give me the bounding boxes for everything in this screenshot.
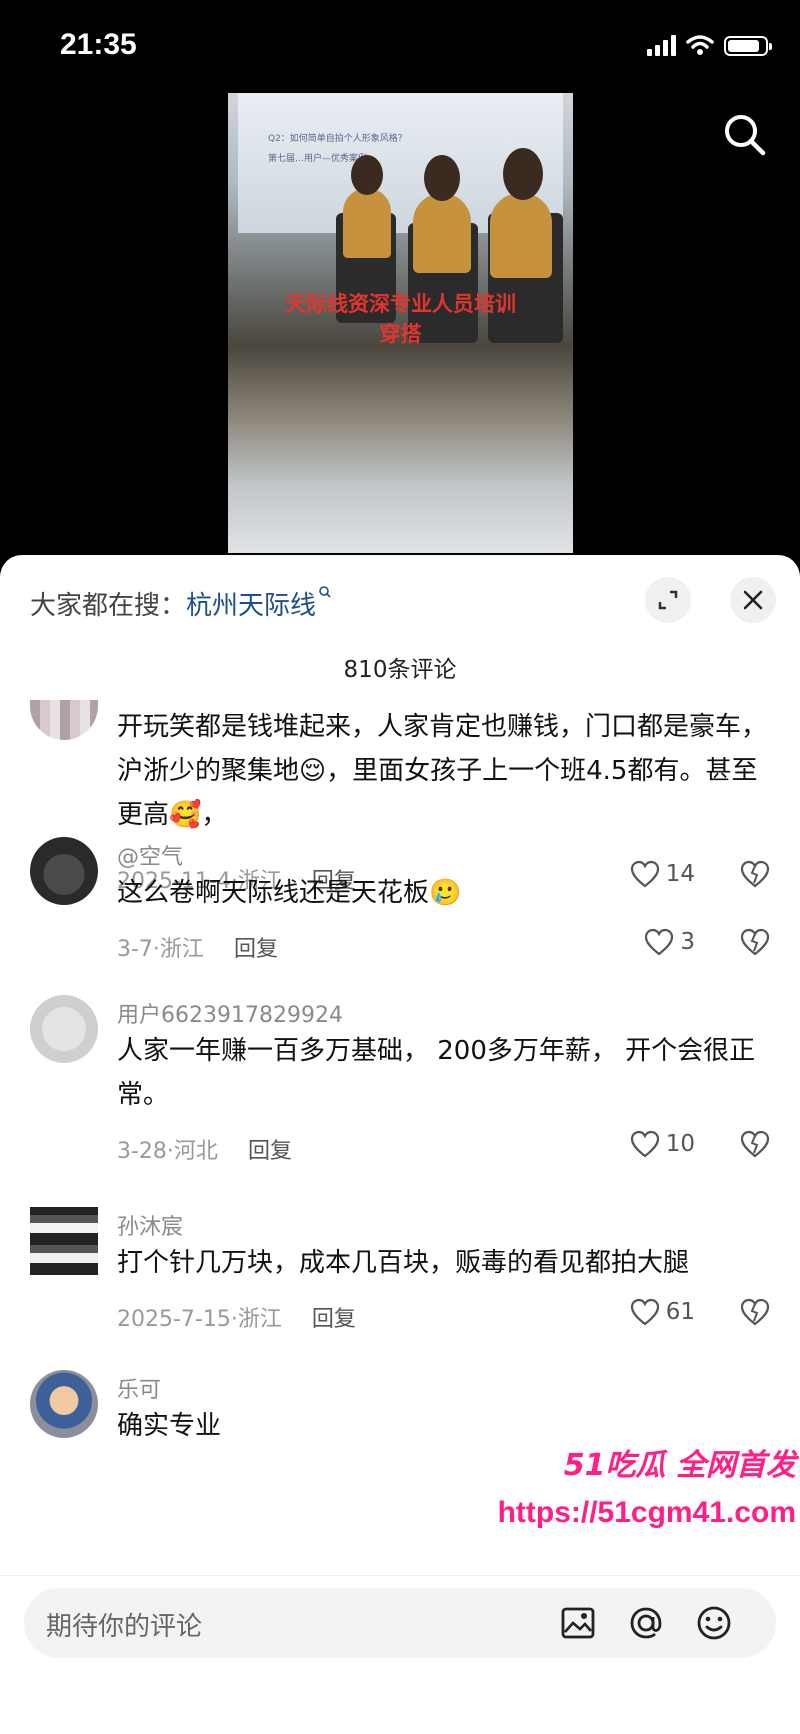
search-icon <box>725 115 766 156</box>
heart-icon <box>630 1130 659 1158</box>
watermark-url: https://51cgm41.com <box>497 1496 796 1529</box>
comment-input-bar: 期待你的评论 <box>0 1575 800 1734</box>
comment-username[interactable]: @空气 <box>117 839 183 871</box>
avatar[interactable] <box>30 837 98 905</box>
reply-button[interactable]: 回复 <box>312 1307 356 1332</box>
trending-search-prefix: 大家都在搜： <box>30 591 187 621</box>
dislike-icon <box>740 1130 770 1158</box>
video-screen-line: Q2：如何简单自拍个人形象风格？ <box>268 134 407 144</box>
comment-text: 人家一年赚一百多万基础， 200多万年薪， 开个会很正常。 <box>117 1036 756 1110</box>
comment-text: 这么卷啊天际线还是天花板🥲 <box>117 878 462 908</box>
close-button[interactable] <box>730 577 776 623</box>
at-icon <box>630 1607 662 1639</box>
comment-username[interactable]: 乐可 <box>117 1372 161 1404</box>
expand-icon <box>658 590 678 610</box>
reply-button[interactable]: 回复 <box>234 937 278 962</box>
mention-button[interactable] <box>624 1601 668 1645</box>
avatar[interactable] <box>30 1370 98 1438</box>
video-screen-line: 第七届…用户—优秀案例 <box>268 154 368 164</box>
watermark: 51吃瓜 全网首发 https://51cgm41.com <box>498 1440 800 1540</box>
close-icon <box>743 590 763 610</box>
image-button[interactable] <box>556 1601 600 1645</box>
avatar[interactable] <box>30 995 98 1063</box>
battery-icon <box>724 36 772 56</box>
comment-input[interactable]: 期待你的评论 <box>24 1588 776 1658</box>
comment-text: 开玩笑都是钱堆起来，人家肯定也赚钱，门口都是豪车，沪浙少的聚集地😌，里面女孩子上… <box>117 712 768 830</box>
video-overlay-caption-sub: 穿搭 <box>379 322 422 346</box>
video-player[interactable]: Q2：如何简单自拍个人形象风格？ 第七届…用户—优秀案例 天际线资深专业人员培训… <box>228 93 573 553</box>
watermark-line1: 51吃瓜 全网首发 <box>563 1448 796 1483</box>
dislike-icon <box>740 928 770 956</box>
trending-search-keyword[interactable]: 杭州天际线 <box>186 591 316 621</box>
comment-input-placeholder: 期待你的评论 <box>46 1612 203 1642</box>
emoji-icon <box>697 1606 731 1640</box>
status-time: 21:35 <box>60 28 137 61</box>
comments-count: 810条评论 <box>343 657 457 683</box>
signal-icon <box>647 34 676 56</box>
expand-button[interactable] <box>645 577 691 623</box>
avatar[interactable] <box>30 1207 98 1275</box>
comment-meta: 2025-7-15·浙江 回复 <box>117 1301 356 1333</box>
like-count: 3 <box>680 929 695 955</box>
emoji-button[interactable] <box>692 1601 736 1645</box>
comment-meta: 3-7·浙江 回复 <box>117 931 278 963</box>
dislike-icon <box>740 1298 770 1326</box>
like-count: 61 <box>665 1299 695 1325</box>
like-button[interactable]: 10 <box>630 1130 695 1158</box>
dislike-button[interactable] <box>740 1298 770 1330</box>
reply-button[interactable]: 回复 <box>248 1139 292 1164</box>
avatar[interactable] <box>30 700 98 740</box>
dislike-button[interactable] <box>740 928 770 960</box>
image-icon <box>561 1607 595 1639</box>
comment-meta: 3-28·河北 回复 <box>117 1133 292 1165</box>
comment-date-location: 2025-7-15·浙江 <box>117 1307 282 1332</box>
search-button[interactable] <box>720 110 770 160</box>
search-icon <box>319 586 331 598</box>
heart-icon <box>630 1298 659 1326</box>
comment-username[interactable]: 孙沐宸 <box>117 1209 183 1241</box>
wifi-icon <box>686 35 714 55</box>
status-bar: 21:35 <box>0 0 800 100</box>
comment-text: 打个针几万块，成本几百块，贩毒的看见都拍大腿 <box>117 1248 690 1278</box>
status-icons <box>647 34 772 56</box>
trending-search[interactable]: 大家都在搜：杭州天际线 <box>30 585 332 622</box>
like-count: 10 <box>665 1131 695 1157</box>
comments-sheet: 大家都在搜：杭州天际线 810条评论 开玩笑都是钱堆起来，人家肯定也赚钱，门口都… <box>0 555 800 1733</box>
comment-username[interactable]: 用户6623917829924 <box>117 997 343 1029</box>
comment-date-location: 3-7·浙江 <box>117 937 204 962</box>
dislike-button[interactable] <box>740 1130 770 1162</box>
heart-icon <box>645 928 674 956</box>
like-button[interactable]: 3 <box>644 928 695 956</box>
like-button[interactable]: 61 <box>630 1298 695 1326</box>
comment-date-location: 3-28·河北 <box>117 1139 218 1164</box>
video-overlay-caption: 天际线资深专业人员培训 <box>285 292 516 316</box>
